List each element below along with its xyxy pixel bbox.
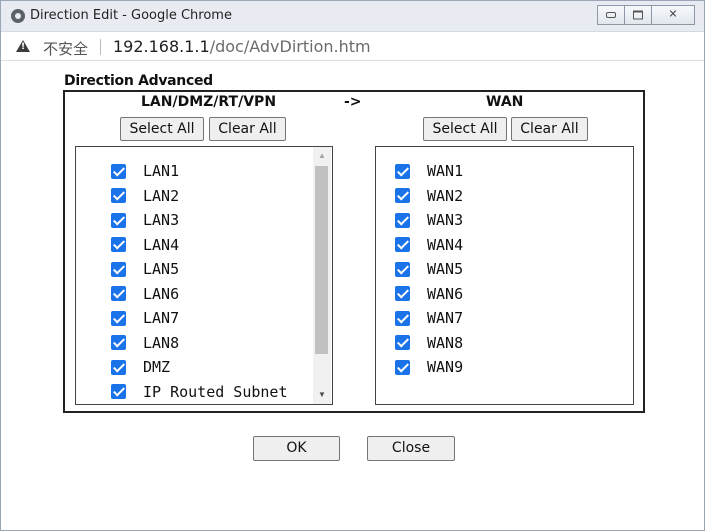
destination-header: WAN xyxy=(486,94,524,110)
source-checkbox[interactable] xyxy=(111,237,126,252)
source-list-item[interactable]: IP Routed Subnet xyxy=(111,381,311,403)
source-item-label: LAN4 xyxy=(143,235,180,254)
destination-checkbox[interactable] xyxy=(395,188,410,203)
address-bar[interactable]: 不安全 192.168.1.1/doc/AdvDirtion.htm xyxy=(1,32,704,61)
destination-list-item[interactable]: WAN1 xyxy=(395,160,595,182)
source-list-item[interactable]: DMZ xyxy=(111,356,311,378)
window-title: Direction Edit - Google Chrome xyxy=(30,8,232,23)
minimize-button[interactable] xyxy=(597,5,625,25)
source-item-label: LAN8 xyxy=(143,333,180,352)
destination-checkbox[interactable] xyxy=(395,286,410,301)
destination-item-label: WAN6 xyxy=(427,284,464,303)
destination-item-label: WAN4 xyxy=(427,235,464,254)
section-title: Direction Advanced xyxy=(64,73,213,89)
destination-clear-all-button[interactable]: Clear All xyxy=(511,117,588,141)
direction-arrow: -> xyxy=(344,94,362,110)
source-list-item[interactable]: LAN4 xyxy=(111,234,311,256)
scroll-up-icon[interactable]: ▲ xyxy=(313,149,331,163)
source-list-item[interactable]: LAN2 xyxy=(111,185,311,207)
ok-button[interactable]: OK xyxy=(253,436,340,461)
destination-item-label: WAN5 xyxy=(427,260,464,278)
source-list-item[interactable]: LAN1 xyxy=(111,160,311,182)
title-bar: Direction Edit - Google Chrome ✕ xyxy=(1,1,704,32)
destination-list-item[interactable]: WAN8 xyxy=(395,332,595,354)
destination-list-item[interactable]: WAN2 xyxy=(395,185,595,207)
destination-checkbox[interactable] xyxy=(395,310,410,326)
window-controls: ✕ xyxy=(597,5,695,25)
source-checkbox[interactable] xyxy=(111,286,126,301)
destination-checkbox[interactable] xyxy=(395,261,410,277)
source-header: LAN/DMZ/RT/VPN xyxy=(141,94,277,110)
close-window-button[interactable]: ✕ xyxy=(651,5,695,25)
source-item-label: LAN7 xyxy=(143,309,180,327)
source-select-all-button[interactable]: Select All xyxy=(120,117,204,141)
destination-checkbox[interactable] xyxy=(395,163,410,179)
source-item-label: LAN6 xyxy=(143,284,180,303)
source-checkbox[interactable] xyxy=(111,212,126,228)
destination-list-item[interactable]: WAN4 xyxy=(395,234,595,256)
destination-checkbox[interactable] xyxy=(395,212,410,228)
destination-item-label: WAN7 xyxy=(427,309,464,327)
destination-checkbox[interactable] xyxy=(395,359,410,375)
source-checkbox[interactable] xyxy=(111,359,126,375)
url-host: 192.168.1.1 xyxy=(113,37,210,56)
source-item-label: IP Routed Subnet xyxy=(143,382,288,401)
source-checkbox[interactable] xyxy=(111,163,126,179)
source-list-item[interactable]: LAN3 xyxy=(111,209,311,231)
destination-list-item[interactable]: WAN7 xyxy=(395,307,595,329)
close-button[interactable]: Close xyxy=(367,436,455,461)
source-list-item[interactable]: LAN5 xyxy=(111,258,311,280)
warning-icon[interactable] xyxy=(16,40,30,52)
destination-item-label: WAN3 xyxy=(427,211,464,229)
destination-item-label: WAN9 xyxy=(427,358,464,376)
source-item-label: DMZ xyxy=(143,358,171,376)
source-item-label: LAN2 xyxy=(143,186,180,205)
source-item-label: LAN3 xyxy=(143,211,180,229)
destination-list-item[interactable]: WAN3 xyxy=(395,209,595,231)
destination-item-label: WAN1 xyxy=(427,162,464,180)
source-list-item[interactable]: LAN7 xyxy=(111,307,311,329)
source-checkbox[interactable] xyxy=(111,310,126,326)
destination-item-label: WAN2 xyxy=(427,186,464,205)
chrome-icon xyxy=(11,9,25,23)
source-list-item[interactable]: LAN6 xyxy=(111,283,311,305)
source-checkbox[interactable] xyxy=(111,335,126,350)
destination-checkbox[interactable] xyxy=(395,335,410,350)
destination-item-label: WAN8 xyxy=(427,333,464,352)
url-text[interactable]: 192.168.1.1/doc/AdvDirtion.htm xyxy=(113,37,371,56)
destination-checkbox[interactable] xyxy=(395,237,410,252)
destination-list-item[interactable]: WAN5 xyxy=(395,258,595,280)
source-checkbox[interactable] xyxy=(111,384,126,399)
url-path: /doc/AdvDirtion.htm xyxy=(209,37,371,56)
source-item-label: LAN5 xyxy=(143,260,180,278)
source-list-item[interactable]: LAN8 xyxy=(111,332,311,354)
source-clear-all-button[interactable]: Clear All xyxy=(209,117,286,141)
scroll-thumb[interactable] xyxy=(315,166,328,354)
destination-list-item[interactable]: WAN9 xyxy=(395,356,595,378)
maximize-button[interactable] xyxy=(624,5,652,25)
source-scrollbar[interactable]: ▲ ▼ xyxy=(313,147,331,404)
scroll-down-icon[interactable]: ▼ xyxy=(313,388,331,402)
close-icon: ✕ xyxy=(668,8,678,21)
address-separator xyxy=(100,39,101,55)
destination-list-item[interactable]: WAN6 xyxy=(395,283,595,305)
security-label[interactable]: 不安全 xyxy=(43,38,88,59)
destination-select-all-button[interactable]: Select All xyxy=(423,117,507,141)
source-checkbox[interactable] xyxy=(111,261,126,277)
source-checkbox[interactable] xyxy=(111,188,126,203)
source-item-label: LAN1 xyxy=(143,162,180,180)
minimize-icon xyxy=(606,12,616,18)
maximize-icon xyxy=(633,10,643,20)
